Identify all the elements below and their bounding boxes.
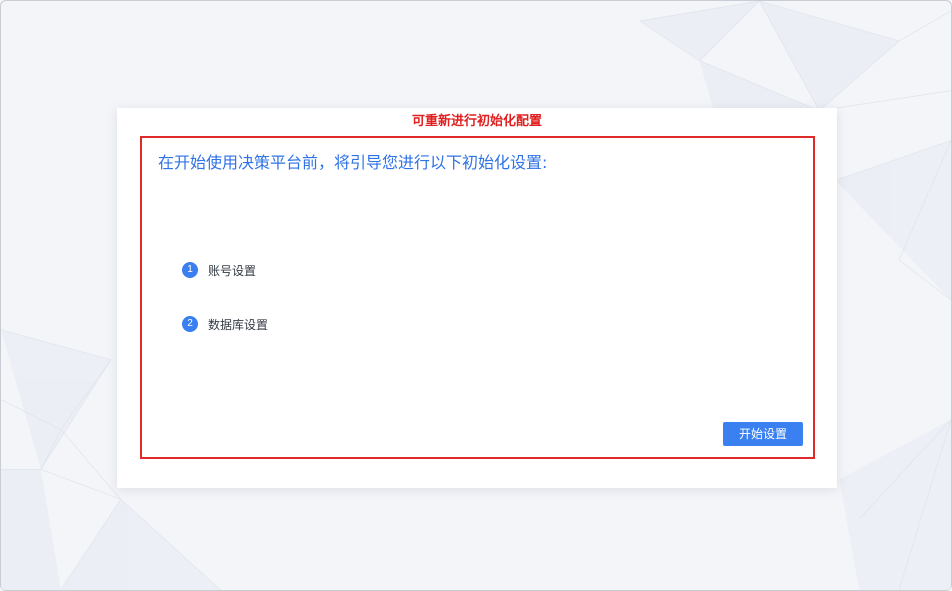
step-number-badge: 1 xyxy=(182,262,198,278)
setup-steps-list: 1 账号设置 2 数据库设置 xyxy=(182,261,268,369)
step-database-settings: 2 数据库设置 xyxy=(182,315,268,333)
highlight-frame: 在开始使用决策平台前，将引导您进行以下初始化设置: 1 账号设置 2 数据库设置… xyxy=(140,136,815,459)
step-label: 数据库设置 xyxy=(208,317,269,332)
step-account-settings: 1 账号设置 xyxy=(182,261,268,279)
step-number-badge: 2 xyxy=(182,316,198,332)
welcome-title: 在开始使用决策平台前，将引导您进行以下初始化设置: xyxy=(158,153,548,172)
start-setup-button[interactable]: 开始设置 xyxy=(723,422,803,446)
step-label: 账号设置 xyxy=(208,263,257,278)
annotation-note: 可重新进行初始化配置 xyxy=(411,114,542,129)
setup-wizard-card: 可重新进行初始化配置 在开始使用决策平台前，将引导您进行以下初始化设置: 1 账… xyxy=(117,108,837,488)
